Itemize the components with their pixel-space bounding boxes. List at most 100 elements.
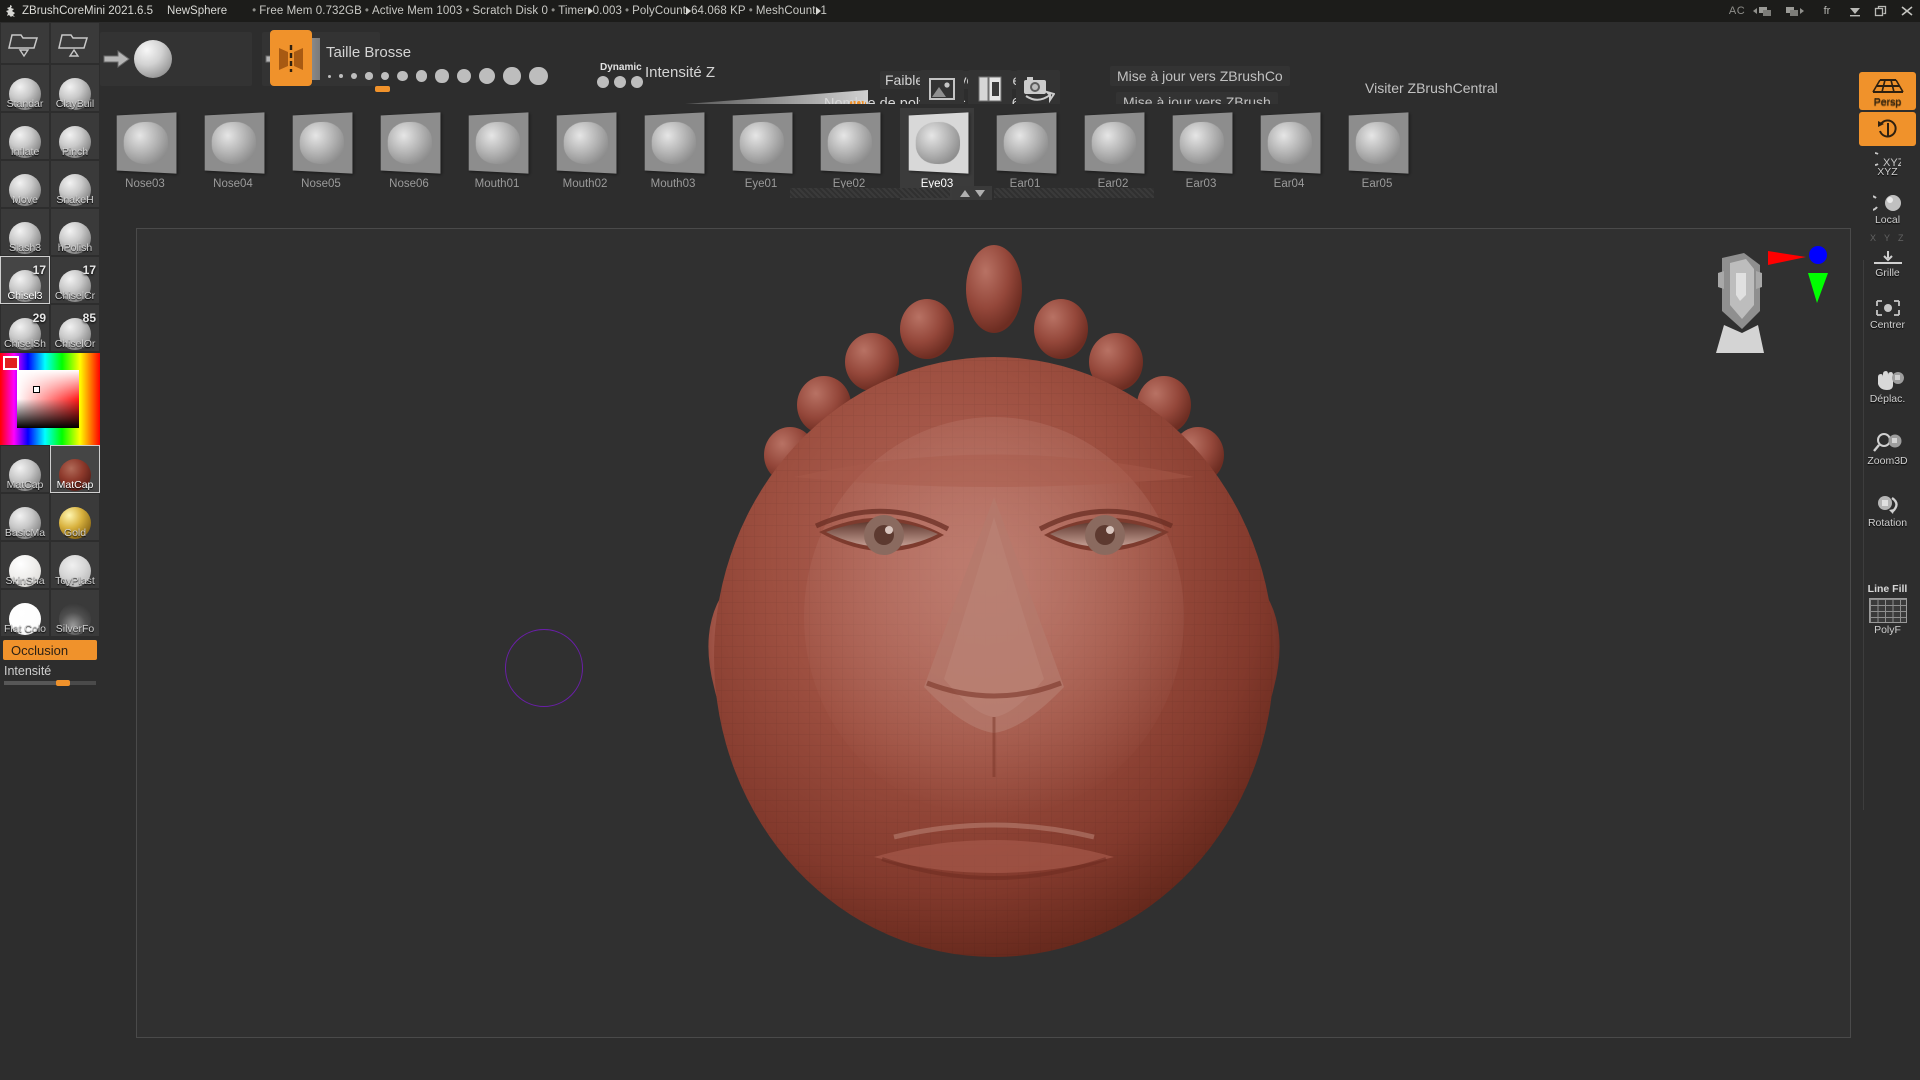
alpha-item-ear04[interactable]: Ear04 (1252, 108, 1326, 200)
material-button-matcap[interactable]: MatCap (0, 445, 50, 493)
alpha-item-ear03[interactable]: Ear03 (1164, 108, 1238, 200)
dynamic-dot[interactable] (631, 76, 643, 88)
sculpted-head-model[interactable] (644, 229, 1344, 1027)
intensity-slider[interactable] (4, 680, 96, 686)
brush-button-chiselor[interactable]: 85 ChiselOr (50, 304, 100, 352)
workspace-next-icon[interactable] (1782, 0, 1812, 22)
arrow-icon (815, 7, 821, 15)
material-button-flat-colo[interactable]: Flat Colo (0, 589, 50, 637)
brush-size-slider[interactable] (328, 66, 548, 86)
minimize-icon[interactable] (1842, 0, 1868, 22)
alpha-item-mouth03[interactable]: Mouth03 (636, 108, 710, 200)
symmetry-button[interactable] (270, 30, 312, 86)
language-indicator[interactable]: fr (1812, 0, 1842, 22)
brush-button-standar[interactable]: Standar (0, 64, 50, 112)
polyframe-title: Line Fill (1867, 583, 1908, 595)
alpha-item-nose05[interactable]: Nose05 (284, 108, 358, 200)
strip-scroll-arrows[interactable] (952, 186, 992, 200)
brush-size-step[interactable] (339, 73, 344, 79)
alpha-thumbnail (380, 112, 441, 174)
brush-button-pinch[interactable]: Pinch (50, 112, 100, 160)
current-color-swatch[interactable] (3, 356, 19, 370)
sidebar-item-rotation[interactable]: Rotation (1859, 491, 1916, 531)
occlusion-button[interactable]: Occlusion (3, 640, 97, 660)
brush-size-step[interactable] (528, 66, 548, 86)
brush-size-step[interactable] (351, 73, 358, 79)
brush-button-hpolish[interactable]: hPolish (50, 208, 100, 256)
brush-size-step[interactable] (435, 69, 449, 83)
tool-selector[interactable] (100, 32, 252, 86)
brush-size-step[interactable] (397, 70, 408, 82)
intensity-knob[interactable] (56, 680, 70, 686)
save-tool-button[interactable] (50, 22, 100, 64)
sidebar-item-zoom3d[interactable]: Zoom3D (1859, 429, 1916, 469)
brush-button-move[interactable]: Move (0, 160, 50, 208)
intensity-label: Intensité (4, 664, 52, 678)
brush-button-claybuil[interactable]: ClayBuil (50, 64, 100, 112)
alpha-item-ear05[interactable]: Ear05 (1340, 108, 1414, 200)
stat-separator: • (465, 5, 470, 17)
alpha-item-nose06[interactable]: Nose06 (372, 108, 446, 200)
sidebar-item-local[interactable]: Local (1859, 190, 1916, 228)
brush-button-inflate[interactable]: Inflate (0, 112, 50, 160)
material-button-toyplast[interactable]: ToyPlast (50, 541, 100, 589)
brush-button-snakeh[interactable]: SnakeH (50, 160, 100, 208)
brush-size-step[interactable] (328, 74, 331, 78)
document-name: NewSphere (167, 5, 228, 17)
update-zbrushcore-link[interactable]: Mise à jour vers ZBrushCo (1110, 66, 1290, 86)
brush-label: Chisel3 (7, 290, 43, 302)
workspace-prev-icon[interactable] (1752, 0, 1782, 22)
color-picker[interactable] (0, 353, 100, 445)
alpha-item-eye02[interactable]: Eye02 (812, 108, 886, 200)
navigation-gizmo[interactable] (1702, 233, 1832, 358)
material-button-matcap[interactable]: MatCap (50, 445, 100, 493)
load-tool-button[interactable] (0, 22, 50, 64)
material-button-silverfo[interactable]: SilverFo (50, 589, 100, 637)
material-button-basicma[interactable]: BasicMa (0, 493, 50, 541)
dynamic-dot[interactable] (614, 76, 626, 88)
brush-badge: 85 (82, 311, 96, 325)
sidebar-item-grille[interactable]: Grille (1859, 247, 1916, 281)
material-button-skinsha[interactable]: SkinSha (0, 541, 50, 589)
alpha-item-ear02[interactable]: Ear02 (1076, 108, 1150, 200)
sculpt-canvas[interactable] (136, 228, 1851, 1038)
brush-size-step[interactable] (503, 67, 521, 85)
book-icon[interactable] (968, 70, 1012, 108)
brush-button-chiselsh[interactable]: 29 ChiselSh (0, 304, 50, 352)
alpha-item-nose03[interactable]: Nose03 (108, 108, 182, 200)
brush-size-step[interactable] (365, 72, 373, 80)
alpha-item-eye01[interactable]: Eye01 (724, 108, 798, 200)
alpha-item-mouth02[interactable]: Mouth02 (548, 108, 622, 200)
material-button-gold[interactable]: Gold (50, 493, 100, 541)
dynamic-dot[interactable] (597, 76, 609, 88)
sidebar-item-deplac[interactable]: Déplac. (1859, 367, 1916, 407)
brush-size-knob[interactable] (375, 86, 390, 92)
alpha-item-nose04[interactable]: Nose04 (196, 108, 270, 200)
sidebar-item-centrer[interactable]: Centrer (1859, 295, 1916, 333)
sphere-preview-icon[interactable] (134, 40, 172, 78)
arrow-right-icon (100, 44, 134, 74)
alpha-thumbnail (116, 112, 177, 174)
close-icon[interactable] (1894, 0, 1920, 22)
open-image-icon[interactable] (920, 70, 964, 108)
brush-size-step[interactable] (456, 68, 472, 84)
brush-size-step[interactable] (415, 70, 428, 82)
alpha-item-mouth01[interactable]: Mouth01 (460, 108, 534, 200)
brush-button-slash3[interactable]: Slash3 (0, 208, 50, 256)
dynamic-dots[interactable] (597, 76, 643, 88)
brush-button-chisel3[interactable]: 17 Chisel3 (0, 256, 50, 304)
left-tool-panel: Standar ClayBuil Inflate Pinch Move SnakeH Sla… (0, 22, 100, 1080)
alpha-item-ear01[interactable]: Ear01 (988, 108, 1062, 200)
saturation-value-field[interactable] (17, 370, 79, 428)
sidebar-item-xyz[interactable]: XYZ XYZ (1859, 148, 1916, 180)
camera-turntable-icon[interactable] (1016, 70, 1060, 108)
sidebar-item-xyz-small[interactable]: X Y Z (1859, 230, 1916, 245)
polyframe-toggle[interactable]: Line Fill PolyF (1859, 583, 1916, 636)
brush-size-step[interactable] (380, 71, 390, 81)
visit-zbrushcentral-link[interactable]: Visiter ZBrushCentral (1365, 80, 1498, 96)
sidebar-item-floor[interactable] (1859, 112, 1916, 146)
restore-icon[interactable] (1868, 0, 1894, 22)
brush-button-chiselcr[interactable]: 17 ChiselCr (50, 256, 100, 304)
brush-size-step[interactable] (479, 67, 496, 85)
sidebar-item-persp[interactable]: Persp (1859, 72, 1916, 110)
